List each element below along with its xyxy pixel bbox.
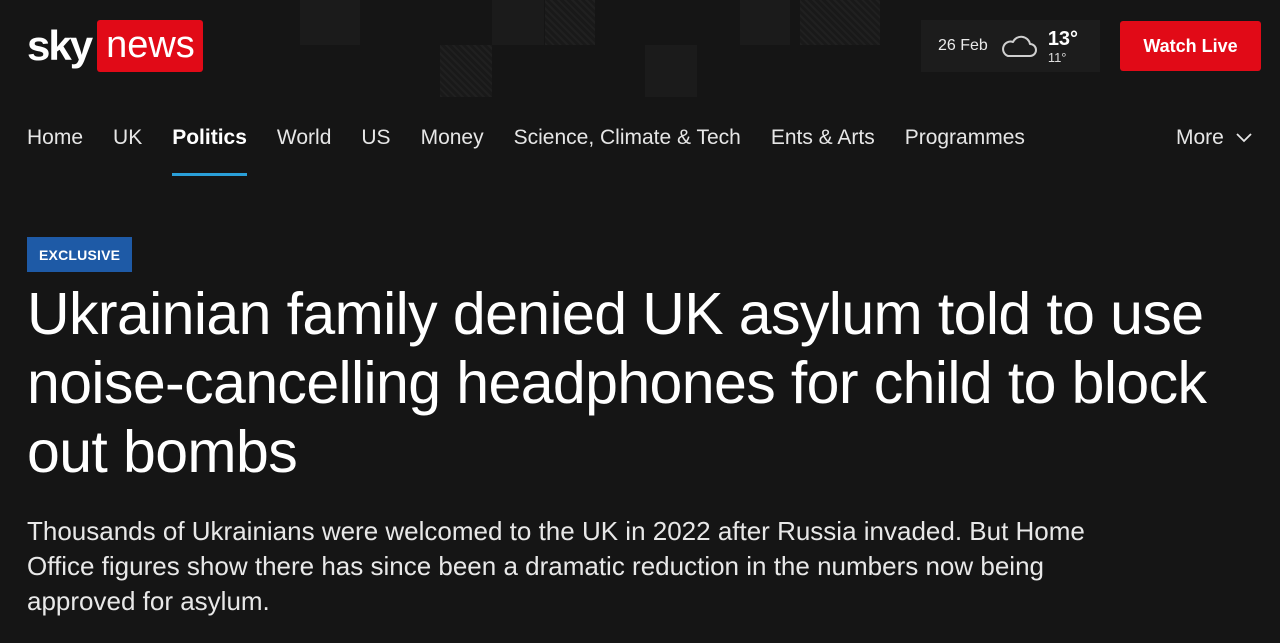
- site-header: sky news 26 Feb 13° 11° Watch Live: [0, 0, 1280, 100]
- logo-sky: sky: [27, 22, 93, 69]
- nav-item-money[interactable]: Money: [421, 110, 484, 178]
- watch-live-button[interactable]: Watch Live: [1120, 21, 1261, 71]
- weather-widget[interactable]: 26 Feb 13° 11°: [921, 20, 1100, 72]
- nav-item-us[interactable]: US: [361, 110, 390, 178]
- sky-news-logo[interactable]: sky news: [27, 20, 203, 72]
- article-standfirst: Thousands of Ukrainians were welcomed to…: [27, 516, 1085, 616]
- nav-more-label: More: [1176, 126, 1224, 149]
- nav-item-home[interactable]: Home: [27, 110, 83, 178]
- weather-temperatures: 13° 11°: [1048, 29, 1078, 64]
- nav-item-politics[interactable]: Politics: [172, 110, 247, 178]
- nav-item-uk[interactable]: UK: [113, 110, 142, 178]
- nav-item-science-climate-tech[interactable]: Science, Climate & Tech: [514, 110, 741, 178]
- article-headline: Ukrainian family denied UK asylum told t…: [27, 281, 1207, 485]
- cloud-icon: [1001, 35, 1037, 57]
- exclusive-badge[interactable]: EXCLUSIVE: [27, 237, 133, 272]
- nav-item-ents-arts[interactable]: Ents & Arts: [771, 110, 875, 178]
- main-navigation: Home UK Politics World US Money Science, Clima…: [0, 110, 1280, 180]
- logo-news: news: [97, 20, 203, 72]
- chevron-down-icon: [1236, 133, 1252, 143]
- nav-items: Home UK Politics World US Money Science, Clima…: [27, 110, 1055, 178]
- weather-high: 13°: [1047, 27, 1079, 50]
- nav-more-button[interactable]: More: [1176, 110, 1252, 166]
- weather-date: 26 Feb: [938, 37, 988, 54]
- nav-item-programmes[interactable]: Programmes: [905, 110, 1025, 178]
- nav-item-world[interactable]: World: [277, 110, 331, 178]
- weather-low: 11°: [1047, 49, 1067, 65]
